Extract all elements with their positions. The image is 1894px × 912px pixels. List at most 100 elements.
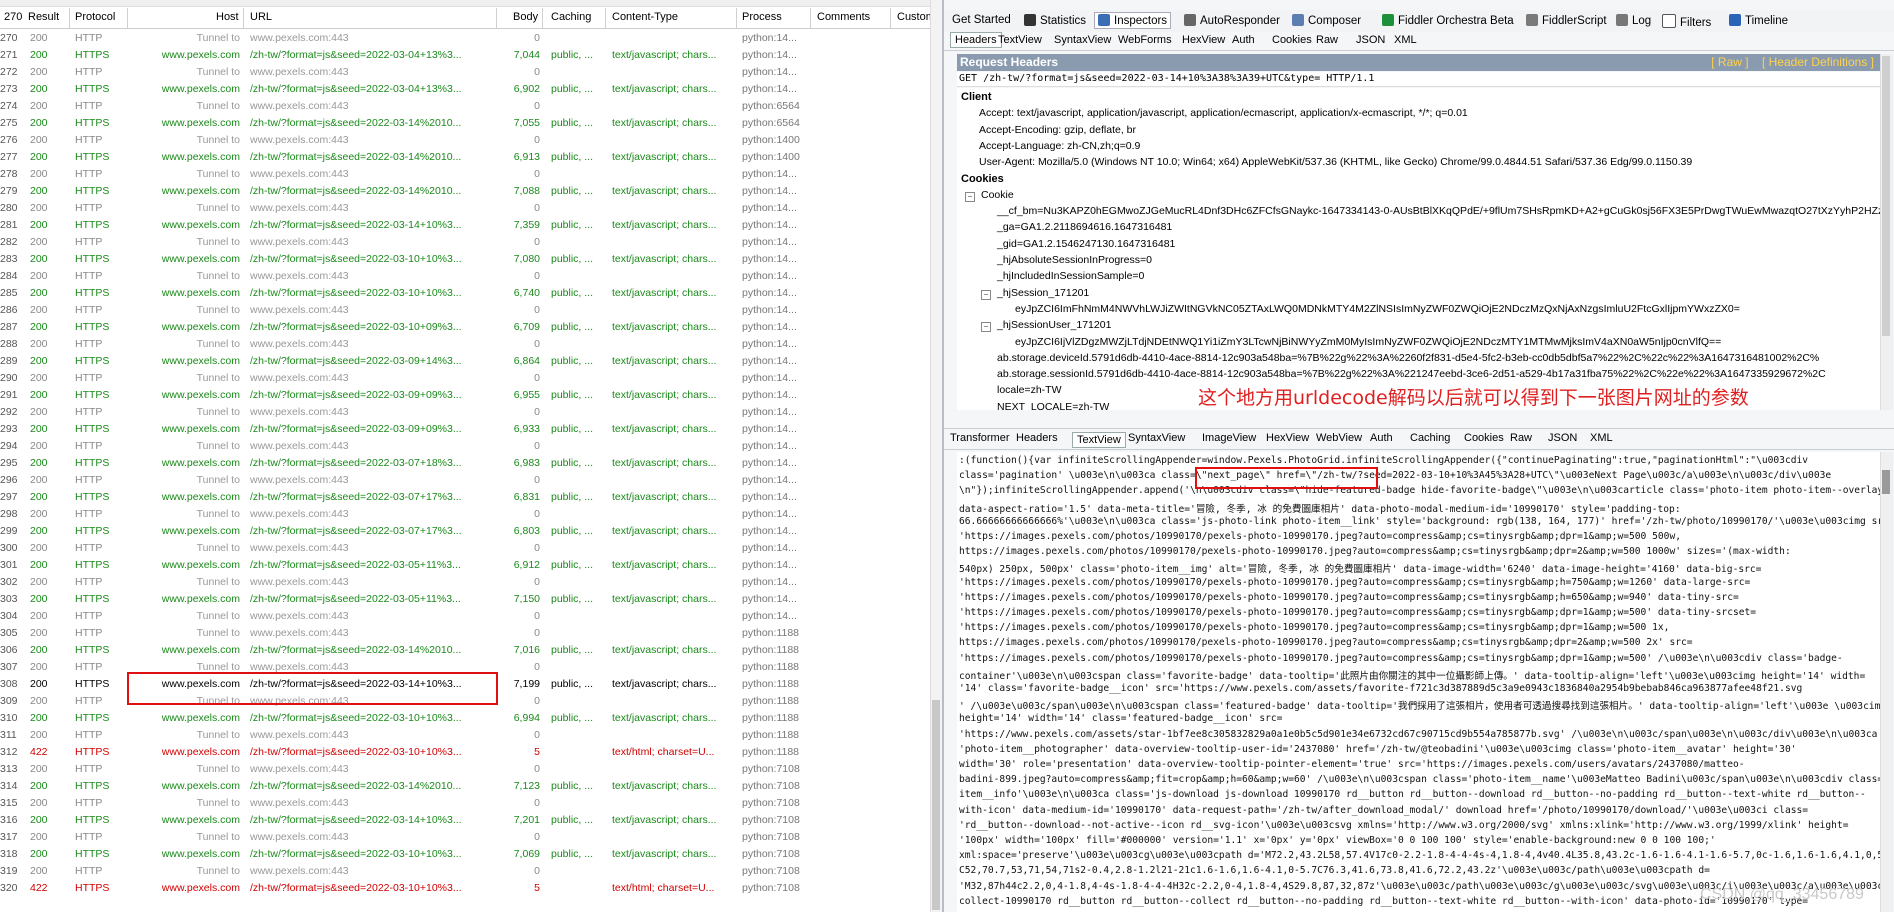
table-row[interactable]: 305 200 HTTP Tunnel to www.pexels.com:443 0 py… xyxy=(0,625,930,642)
table-row[interactable]: 285 200 HTTPS www.pexels.com/zh-tw/?format=… xyxy=(0,285,930,302)
collapse-hjsession-icon[interactable]: − xyxy=(981,289,991,300)
table-row[interactable]: 303 200 HTTPS www.pexels.com/zh-tw/?format=… xyxy=(0,591,930,608)
col-header-body[interactable]: Body xyxy=(513,11,538,23)
request-tab-hexview[interactable]: HexView xyxy=(1182,34,1225,46)
col-header-host[interactable]: Host xyxy=(216,11,239,23)
tab-filters[interactable]: Filters xyxy=(1662,14,1711,29)
table-row[interactable]: 273 200 HTTPS www.pexels.com/zh-tw/?format=… xyxy=(0,81,930,98)
table-row[interactable]: 299 200 HTTPS www.pexels.com/zh-tw/?format=… xyxy=(0,523,930,540)
table-row[interactable]: 287 200 HTTPS www.pexels.com/zh-tw/?format=… xyxy=(0,319,930,336)
table-row[interactable]: 318 200 HTTPS www.pexels.com/zh-tw/?format=… xyxy=(0,846,930,863)
col-header-result[interactable]: Result xyxy=(28,11,59,23)
request-tab-raw[interactable]: Raw xyxy=(1316,34,1338,46)
request-tab-webforms[interactable]: WebForms xyxy=(1118,34,1172,46)
tab-timeline[interactable]: Timeline xyxy=(1729,14,1788,27)
col-header-url[interactable]: URL xyxy=(250,11,272,23)
table-row[interactable]: 277 200 HTTPS www.pexels.com/zh-tw/?format=… xyxy=(0,149,930,166)
table-row[interactable]: 300 200 HTTP Tunnel to www.pexels.com:443 0 py… xyxy=(0,540,930,557)
response-tab-textview[interactable]: TextView xyxy=(1072,432,1126,448)
response-tab-webview[interactable]: WebView xyxy=(1316,432,1362,444)
response-tab-raw[interactable]: Raw xyxy=(1510,432,1532,444)
response-scroll-thumb[interactable] xyxy=(1882,470,1890,494)
col-header-protocol[interactable]: Protocol xyxy=(75,11,115,23)
collapse-hjsessionuser-icon[interactable]: − xyxy=(981,322,991,333)
response-scrollbar[interactable] xyxy=(1880,452,1893,912)
table-row[interactable]: 301 200 HTTPS www.pexels.com/zh-tw/?format=… xyxy=(0,557,930,574)
table-row[interactable]: 272 200 HTTP Tunnel to www.pexels.com:443 0 py… xyxy=(0,64,930,81)
table-row[interactable]: 278 200 HTTP Tunnel to www.pexels.com:443 0 py… xyxy=(0,166,930,183)
table-row[interactable]: 292 200 HTTP Tunnel to www.pexels.com:443 0 py… xyxy=(0,404,930,421)
table-row[interactable]: 296 200 HTTP Tunnel to www.pexels.com:443 0 py… xyxy=(0,472,930,489)
response-tab-cookies[interactable]: Cookies xyxy=(1464,432,1504,444)
request-tab-auth[interactable]: Auth xyxy=(1232,34,1255,46)
raw-link[interactable]: [ Raw ] xyxy=(1711,55,1748,69)
col-header-comments[interactable]: Comments xyxy=(817,11,870,23)
table-row[interactable]: 289 200 HTTPS www.pexels.com/zh-tw/?format=… xyxy=(0,353,930,370)
response-tab-syntaxview[interactable]: SyntaxView xyxy=(1128,432,1185,444)
table-row[interactable]: 312 422 HTTPS www.pexels.com/zh-tw/?format=… xyxy=(0,744,930,761)
table-row[interactable]: 279 200 HTTPS www.pexels.com/zh-tw/?format=… xyxy=(0,183,930,200)
table-row[interactable]: 314 200 HTTPS www.pexels.com/zh-tw/?format=… xyxy=(0,778,930,795)
table-row[interactable]: 291 200 HTTPS www.pexels.com/zh-tw/?format=… xyxy=(0,387,930,404)
tab-log[interactable]: Log xyxy=(1616,14,1651,27)
response-tab-headers[interactable]: Headers xyxy=(1016,432,1058,444)
tab-inspectors[interactable]: Inspectors xyxy=(1094,12,1172,29)
table-row[interactable]: 302 200 HTTP Tunnel to www.pexels.com:443 0 py… xyxy=(0,574,930,591)
table-row[interactable]: 297 200 HTTPS www.pexels.com/zh-tw/?format=… xyxy=(0,489,930,506)
request-tab-syntaxview[interactable]: SyntaxView xyxy=(1054,34,1111,46)
table-row[interactable]: 283 200 HTTPS www.pexels.com/zh-tw/?format=… xyxy=(0,251,930,268)
table-row[interactable]: 274 200 HTTP Tunnel to www.pexels.com:443 0 py… xyxy=(0,98,930,115)
table-row[interactable]: 313 200 HTTP Tunnel to www.pexels.com:443 0 py… xyxy=(0,761,930,778)
table-row[interactable]: 306 200 HTTPS www.pexels.com/zh-tw/?format=… xyxy=(0,642,930,659)
table-row[interactable]: 294 200 HTTP Tunnel to www.pexels.com:443 0 py… xyxy=(0,438,930,455)
table-row[interactable]: 286 200 HTTP Tunnel to www.pexels.com:443 0 py… xyxy=(0,302,930,319)
collapse-cookie-icon[interactable]: − xyxy=(965,191,975,202)
tab-autoresponder[interactable]: AutoResponder xyxy=(1184,14,1280,27)
request-tab-json[interactable]: JSON xyxy=(1356,34,1385,46)
response-tab-transformer[interactable]: Transformer xyxy=(950,432,1010,444)
response-textview[interactable]: :(function(){var infiniteScrollingAppend… xyxy=(957,452,1880,912)
response-tab-hexview[interactable]: HexView xyxy=(1266,432,1309,444)
table-row[interactable]: 315 200 HTTP Tunnel to www.pexels.com:443 0 py… xyxy=(0,795,930,812)
tab-composer[interactable]: Composer xyxy=(1292,14,1361,27)
table-row[interactable]: 290 200 HTTP Tunnel to www.pexels.com:443 0 py… xyxy=(0,370,930,387)
table-row[interactable]: 311 200 HTTP Tunnel to www.pexels.com:443 0 py… xyxy=(0,727,930,744)
headers-scroll-thumb[interactable] xyxy=(1882,56,1890,336)
tab-fiddlerscript[interactable]: FiddlerScript xyxy=(1526,14,1607,27)
header-definitions-link[interactable]: [ Header Definitions ] xyxy=(1762,55,1874,69)
table-row[interactable]: 320 422 HTTPS www.pexels.com/zh-tw/?format=… xyxy=(0,880,930,897)
response-tab-auth[interactable]: Auth xyxy=(1370,432,1393,444)
table-row[interactable]: 293 200 HTTPS www.pexels.com/zh-tw/?format=… xyxy=(0,421,930,438)
tab-fiddler-orchestra-beta[interactable]: Fiddler Orchestra Beta xyxy=(1382,14,1514,27)
table-row[interactable]: 316 200 HTTPS www.pexels.com/zh-tw/?format=… xyxy=(0,812,930,829)
table-row[interactable]: 304 200 HTTP Tunnel to www.pexels.com:443 0 py… xyxy=(0,608,930,625)
request-tab-cookies[interactable]: Cookies xyxy=(1272,34,1312,46)
table-row[interactable]: 284 200 HTTP Tunnel to www.pexels.com:443 0 py… xyxy=(0,268,930,285)
response-tab-json[interactable]: JSON xyxy=(1548,432,1577,444)
table-row[interactable]: 276 200 HTTP Tunnel to www.pexels.com:443 0 py… xyxy=(0,132,930,149)
session-list-scroll-thumb[interactable] xyxy=(932,700,940,910)
col-header-caching[interactable]: Caching xyxy=(551,11,591,23)
table-row[interactable]: 271 200 HTTPS www.pexels.com/zh-tw/?format=… xyxy=(0,47,930,64)
table-row[interactable]: 280 200 HTTP Tunnel to www.pexels.com:443 0 py… xyxy=(0,200,930,217)
table-row[interactable]: 298 200 HTTP Tunnel to www.pexels.com:443 0 py… xyxy=(0,506,930,523)
col-header-content-type[interactable]: Content-Type xyxy=(612,11,678,23)
response-tab-caching[interactable]: Caching xyxy=(1410,432,1450,444)
table-row[interactable]: 310 200 HTTPS www.pexels.com/zh-tw/?format=… xyxy=(0,710,930,727)
request-tab-headers[interactable]: Headers xyxy=(950,32,1002,48)
table-row[interactable]: 288 200 HTTP Tunnel to www.pexels.com:443 0 py… xyxy=(0,336,930,353)
request-tab-xml[interactable]: XML xyxy=(1394,34,1417,46)
tab-get-started[interactable]: Get Started xyxy=(952,14,1011,26)
request-tab-textview[interactable]: TextView xyxy=(998,34,1042,46)
tab-statistics[interactable]: Statistics xyxy=(1024,14,1086,27)
table-row[interactable]: 282 200 HTTP Tunnel to www.pexels.com:443 0 py… xyxy=(0,234,930,251)
table-row[interactable]: 317 200 HTTP Tunnel to www.pexels.com:443 0 py… xyxy=(0,829,930,846)
response-tab-xml[interactable]: XML xyxy=(1590,432,1613,444)
table-row[interactable]: 319 200 HTTP Tunnel to www.pexels.com:443 0 py… xyxy=(0,863,930,880)
table-row[interactable]: 270 200 HTTP Tunnel to www.pexels.com:443 0 py… xyxy=(0,30,930,47)
col-header-process[interactable]: Process xyxy=(742,11,782,23)
response-tab-imageview[interactable]: ImageView xyxy=(1202,432,1256,444)
table-row[interactable]: 295 200 HTTPS www.pexels.com/zh-tw/?format=… xyxy=(0,455,930,472)
table-row[interactable]: 275 200 HTTPS www.pexels.com/zh-tw/?format=… xyxy=(0,115,930,132)
table-row[interactable]: 281 200 HTTPS www.pexels.com/zh-tw/?format=… xyxy=(0,217,930,234)
